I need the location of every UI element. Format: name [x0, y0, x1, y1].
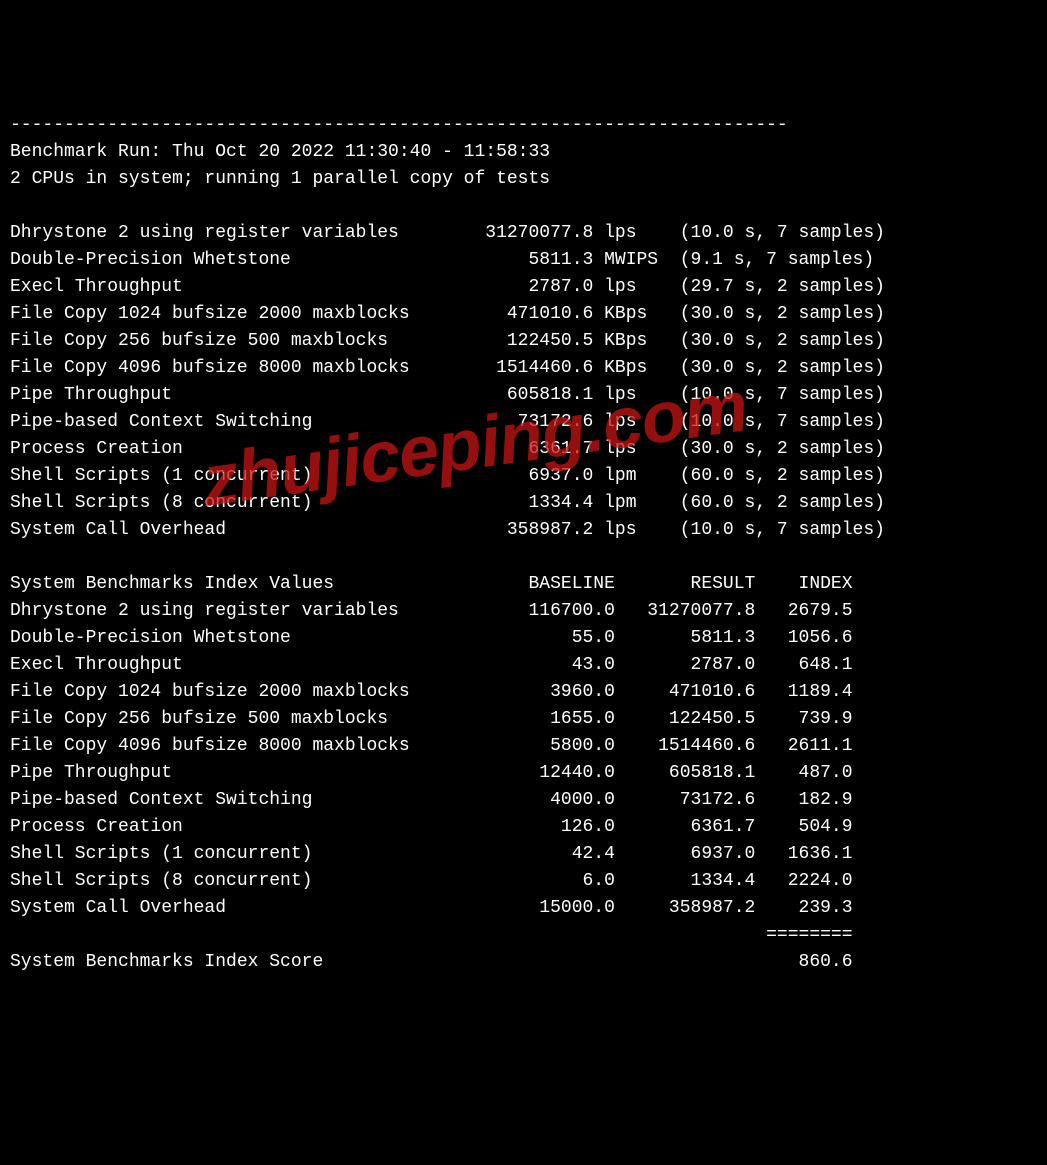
terminal-output: ----------------------------------------… [10, 112, 1037, 976]
